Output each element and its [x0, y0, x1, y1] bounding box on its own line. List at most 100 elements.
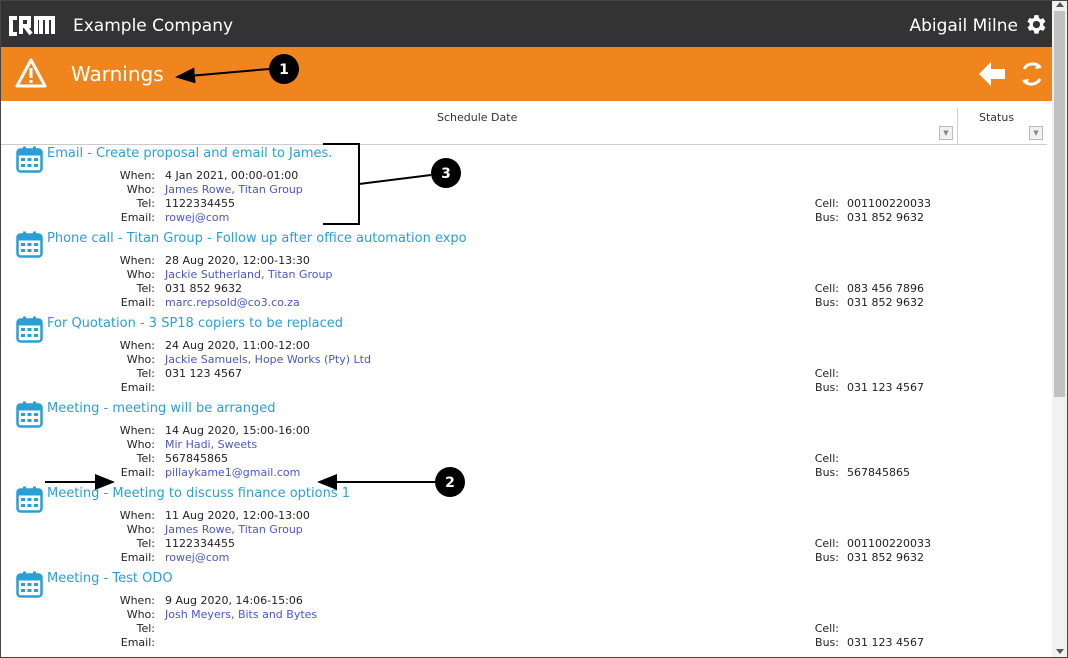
- tel-value: 1122334455: [165, 537, 235, 550]
- calendar-icon: [16, 571, 43, 598]
- email-label: Email:: [120, 636, 155, 649]
- warning-icon: [15, 58, 47, 88]
- when-label: When:: [119, 424, 155, 437]
- tel-value: 031 123 4567: [165, 367, 242, 380]
- activity-title-link[interactable]: For Quotation - 3 SP18 copiers to be rep…: [47, 316, 343, 331]
- bus-value: 031 123 4567: [847, 381, 924, 394]
- who-link[interactable]: Josh Meyers, Bits and Bytes: [165, 608, 317, 621]
- company-name: Example Company: [73, 16, 234, 36]
- top-bar: Example Company Abigail Milne: [1, 1, 1052, 47]
- email-label: Email:: [120, 211, 155, 224]
- bus-value: 031 852 9632: [847, 211, 924, 224]
- vertical-scrollbar[interactable]: [1052, 1, 1067, 657]
- who-link[interactable]: Jackie Sutherland, Titan Group: [165, 268, 332, 281]
- cell-label: Cell:: [814, 537, 839, 550]
- cell-value: 001100220033: [847, 197, 931, 210]
- list-item: For Quotation - 3 SP18 copiers to be rep…: [1, 316, 1047, 401]
- calendar-icon: [16, 486, 43, 513]
- activity-title-link[interactable]: Meeting - Meeting to discuss finance opt…: [47, 486, 350, 501]
- cell-label: Cell:: [814, 197, 839, 210]
- activity-title-link[interactable]: Phone call - Titan Group - Follow up aft…: [47, 231, 467, 246]
- tel-label: Tel:: [136, 367, 155, 380]
- gear-icon[interactable]: [1023, 12, 1048, 37]
- user-name[interactable]: Abigail Milne: [909, 16, 1018, 36]
- tel-label: Tel:: [136, 452, 155, 465]
- calendar-icon: [16, 401, 43, 428]
- cell-value: 001100220033: [847, 537, 931, 550]
- list-item: Meeting - meeting will be arranged When:…: [1, 401, 1047, 486]
- who-link[interactable]: James Rowe, Titan Group: [165, 183, 303, 196]
- page-title: Warnings: [71, 62, 164, 86]
- email-label: Email:: [120, 296, 155, 309]
- bus-value: 031 852 9632: [847, 551, 924, 564]
- scroll-up-arrow-icon[interactable]: [1056, 2, 1064, 7]
- when-label: When:: [119, 254, 155, 267]
- refresh-icon[interactable]: [1018, 60, 1046, 88]
- when-label: When:: [119, 594, 155, 607]
- activity-title-link[interactable]: Email - Create proposal and email to Jam…: [47, 146, 332, 161]
- calendar-icon: [16, 146, 43, 173]
- who-link[interactable]: Mir Hadi, Sweets: [165, 438, 257, 451]
- email-link[interactable]: pillaykame1@gmail.com: [165, 466, 300, 479]
- tel-value: 031 852 9632: [165, 282, 242, 295]
- when-label: When:: [119, 509, 155, 522]
- column-status[interactable]: Status: [979, 111, 1014, 124]
- bus-label: Bus:: [815, 466, 839, 479]
- status-filter-button[interactable]: ▼: [1029, 126, 1043, 140]
- bus-label: Bus:: [815, 636, 839, 649]
- scrollbar-thumb[interactable]: [1054, 11, 1065, 397]
- warnings-list: Email - Create proposal and email to Jam…: [1, 146, 1047, 656]
- list-item: Email - Create proposal and email to Jam…: [1, 146, 1047, 231]
- list-item: Phone call - Titan Group - Follow up aft…: [1, 231, 1047, 316]
- schedule-date-filter-button[interactable]: ▼: [939, 126, 953, 140]
- list-item: Meeting - Test ODO When: 9 Aug 2020, 14:…: [1, 571, 1047, 656]
- who-link[interactable]: James Rowe, Titan Group: [165, 523, 303, 536]
- tel-label: Tel:: [136, 197, 155, 210]
- scroll-down-arrow-icon[interactable]: [1056, 649, 1064, 654]
- tel-label: Tel:: [136, 537, 155, 550]
- who-link[interactable]: Jackie Samuels, Hope Works (Pty) Ltd: [165, 353, 371, 366]
- bus-label: Bus:: [815, 551, 839, 564]
- who-label: Who:: [126, 268, 155, 281]
- activity-title-link[interactable]: Meeting - meeting will be arranged: [47, 401, 275, 416]
- bus-label: Bus:: [815, 381, 839, 394]
- crm-window: Example Company Abigail Milne Warnings S…: [0, 0, 1068, 658]
- bus-value: 031 123 4567: [847, 636, 924, 649]
- bus-label: Bus:: [815, 296, 839, 309]
- when-value: 11 Aug 2020, 12:00-13:00: [165, 509, 310, 522]
- tel-label: Tel:: [136, 282, 155, 295]
- who-label: Who:: [126, 353, 155, 366]
- who-label: Who:: [126, 438, 155, 451]
- cell-label: Cell:: [814, 282, 839, 295]
- warnings-bar: Warnings: [1, 47, 1052, 101]
- email-link[interactable]: rowej@com: [165, 211, 229, 224]
- column-schedule-date[interactable]: Schedule Date: [437, 111, 517, 124]
- when-value: 24 Aug 2020, 11:00-12:00: [165, 339, 310, 352]
- bus-value: 031 852 9632: [847, 296, 924, 309]
- bus-label: Bus:: [815, 211, 839, 224]
- when-value: 14 Aug 2020, 15:00-16:00: [165, 424, 310, 437]
- cell-value: 083 456 7896: [847, 282, 924, 295]
- column-headers: Schedule Date ▼ Status ▼: [1, 102, 1047, 145]
- cell-label: Cell:: [814, 452, 839, 465]
- calendar-icon: [16, 231, 43, 258]
- back-arrow-icon[interactable]: [977, 60, 1007, 88]
- who-label: Who:: [126, 608, 155, 621]
- when-label: When:: [119, 169, 155, 182]
- cell-label: Cell:: [814, 367, 839, 380]
- email-link[interactable]: marc.repsold@co3.co.za: [165, 296, 300, 309]
- when-label: When:: [119, 339, 155, 352]
- calendar-icon: [16, 316, 43, 343]
- tel-label: Tel:: [136, 622, 155, 635]
- bus-value: 567845865: [847, 466, 910, 479]
- when-value: 9 Aug 2020, 14:06-15:06: [165, 594, 303, 607]
- tel-value: 1122334455: [165, 197, 235, 210]
- email-label: Email:: [120, 466, 155, 479]
- email-link[interactable]: rowej@com: [165, 551, 229, 564]
- column-divider: [957, 108, 958, 144]
- crm-logo[interactable]: [7, 14, 63, 38]
- when-value: 28 Aug 2020, 12:00-13:30: [165, 254, 310, 267]
- email-label: Email:: [120, 381, 155, 394]
- email-label: Email:: [120, 551, 155, 564]
- activity-title-link[interactable]: Meeting - Test ODO: [47, 571, 173, 586]
